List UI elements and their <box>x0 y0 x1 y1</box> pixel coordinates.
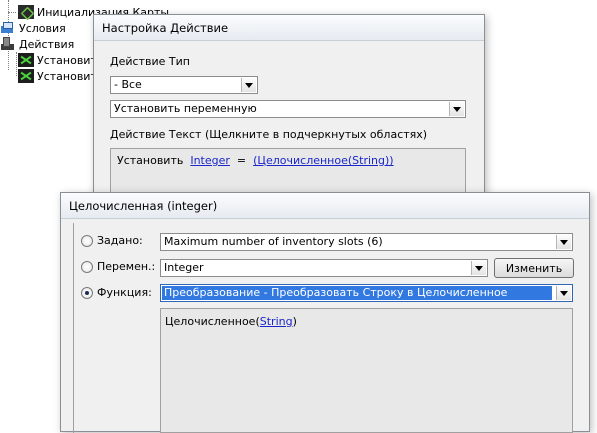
action-text-label: Действие Текст (Щелкните в подчеркнутых … <box>110 128 428 141</box>
function-value: Преобразование - Преобразовать Строку в … <box>162 286 552 300</box>
action-variable-link[interactable]: Integer <box>190 154 230 167</box>
action-config-dialog: Настройка Действие Действие Тип - Все Ус… <box>93 14 485 214</box>
tree-item-conditions[interactable]: Условия <box>0 20 66 36</box>
chevron-down-icon[interactable] <box>556 286 571 300</box>
function-text-suffix: ) <box>292 315 297 328</box>
action-type-value: - Все <box>114 78 142 91</box>
function-argument-link[interactable]: String <box>260 315 293 328</box>
function-label: Функция: <box>97 286 152 299</box>
edit-button-label: Изменить <box>505 261 563 275</box>
chevron-down-icon[interactable] <box>471 261 486 275</box>
dialog-titlebar: Настройка Действие <box>94 15 484 41</box>
tree-item-label: Условия <box>19 21 66 35</box>
function-radio[interactable] <box>81 286 93 299</box>
conditions-icon <box>0 21 16 35</box>
dialog-title: Целочисленная (integer) <box>69 198 218 213</box>
action-equals: = <box>236 154 247 167</box>
function-radio-row[interactable]: Функция: <box>81 286 152 299</box>
variable-label: Перемен.: <box>97 260 156 273</box>
function-params-panel: Целочисленное(String) <box>160 308 573 433</box>
variable-select[interactable]: Integer <box>160 259 488 277</box>
tree-guide <box>8 12 16 13</box>
action-type-select[interactable]: - Все <box>110 76 258 94</box>
action-value-link[interactable]: (Целочисленное(String)) <box>253 154 393 167</box>
variable-radio-row[interactable]: Перемен.: <box>81 260 155 273</box>
preset-value: Maximum number of inventory slots (6) <box>164 235 383 248</box>
preset-label: Задано: <box>97 234 143 247</box>
tree-item-set-variable-1[interactable]: Установит <box>18 52 97 68</box>
map-init-icon <box>18 5 34 19</box>
set-variable-icon <box>18 53 34 67</box>
chevron-down-icon[interactable] <box>241 78 256 92</box>
action-text-prefix: Установить <box>117 154 184 167</box>
integer-value-dialog: Целочисленная (integer) Задано: Maximum … <box>60 192 590 433</box>
chevron-down-icon[interactable] <box>449 102 464 116</box>
variable-value: Integer <box>164 261 204 274</box>
function-text-prefix: Целочисленное( <box>165 315 260 328</box>
action-value: Установить переменную <box>114 102 257 115</box>
edit-variable-button[interactable]: Изменить <box>494 258 574 278</box>
actions-icon <box>0 37 16 51</box>
tree-item-actions[interactable]: Действия <box>0 36 74 52</box>
preset-select[interactable]: Maximum number of inventory slots (6) <box>160 233 573 251</box>
dialog-title: Настройка Действие <box>102 20 229 35</box>
frame-divider <box>73 223 74 433</box>
action-type-label: Действие Тип <box>110 55 190 68</box>
action-select[interactable]: Установить переменную <box>110 100 466 118</box>
tree-item-label: Действия <box>19 37 75 51</box>
dialog-titlebar: Целочисленная (integer) <box>61 193 589 219</box>
function-select[interactable]: Преобразование - Преобразовать Строку в … <box>160 284 573 302</box>
chevron-down-icon[interactable] <box>556 235 571 249</box>
tree-item-label: Установит <box>37 53 97 67</box>
set-variable-icon <box>18 69 34 83</box>
action-text-line: Установить Integer = (Целочисленное(Stri… <box>117 154 394 167</box>
preset-radio-row[interactable]: Задано: <box>81 234 143 247</box>
preset-radio[interactable] <box>81 234 93 247</box>
tree-item-label: Установит <box>37 69 97 83</box>
tree-item-set-variable-2[interactable]: Установит <box>18 68 97 84</box>
function-text-line: Целочисленное(String) <box>165 315 297 328</box>
variable-radio[interactable] <box>81 260 93 273</box>
tree-guide <box>16 52 17 76</box>
